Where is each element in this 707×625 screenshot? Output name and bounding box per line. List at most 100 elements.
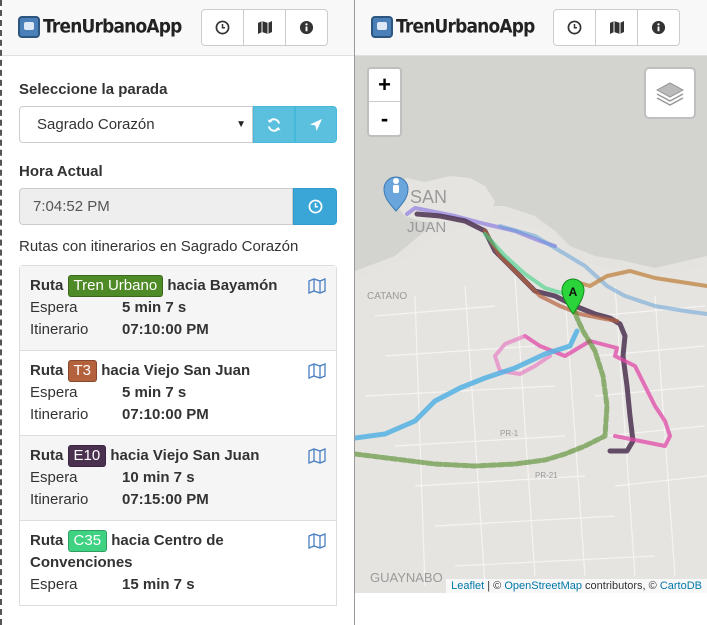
- stop-select-value: Sagrado Corazón: [37, 116, 155, 133]
- map-icon: [257, 21, 272, 34]
- list-item[interactable]: Ruta Tren Urbano hacia Bayamón Espera 5 m…: [20, 266, 336, 350]
- schedule-button[interactable]: [553, 9, 596, 46]
- map-attribution: Leaflet | © OpenStreetMap contributors, …: [446, 579, 707, 593]
- zoom-control: + -: [367, 67, 402, 137]
- wait-value: 5 min 7 s: [122, 384, 187, 401]
- routes-heading: Rutas con itinerarios en Sagrado Corazón: [19, 238, 299, 255]
- wait-value: 15 min 7 s: [122, 576, 195, 593]
- schedule-label: Itinerario: [30, 406, 89, 423]
- layers-icon: [655, 82, 685, 106]
- list-item[interactable]: Ruta T3 hacia Viejo San Juan Espera 5 min…: [20, 350, 336, 435]
- wait-row: Espera 15 min 7 s: [30, 574, 326, 596]
- place-label-san: SAN: [410, 187, 447, 207]
- route-title: Ruta C35 hacia Centro de Convenciones: [30, 530, 326, 574]
- wait-value: 10 min 7 s: [122, 469, 195, 486]
- nav-button-group: [553, 9, 680, 46]
- navbar: TrenUrbanoApp: [2, 0, 354, 56]
- map-button[interactable]: [243, 9, 286, 46]
- train-logo-icon: [371, 16, 393, 38]
- route-destination: Bayamón: [209, 277, 278, 294]
- brand-name: TrenUrbanoApp: [396, 15, 535, 39]
- route-badge: T3: [67, 360, 98, 382]
- map-canvas[interactable]: SAN JUAN CATANO GUAYNABO PR-21 PR-1 A: [355, 56, 707, 593]
- time-label: Hora Actual: [19, 163, 103, 180]
- stop-select[interactable]: Sagrado Corazón ▼: [19, 106, 253, 143]
- map-panel: TrenUrbanoApp SAN JUAN CATANO GUAYNABO P…: [355, 0, 707, 625]
- caret-down-icon: ▼: [236, 119, 246, 130]
- route-map[interactable]: SAN JUAN CATANO GUAYNABO PR-21 PR-1 A + …: [355, 56, 707, 593]
- wait-label: Espera: [30, 384, 78, 401]
- info-button[interactable]: [285, 9, 328, 46]
- route-destination: Viejo San Juan: [152, 447, 260, 464]
- zoom-out-button[interactable]: -: [369, 102, 400, 135]
- route-list: Ruta Tren Urbano hacia Bayamón Espera 5 m…: [19, 265, 337, 606]
- osm-link[interactable]: OpenStreetMap: [504, 580, 582, 592]
- place-label-pr21: PR-21: [535, 471, 558, 480]
- map-outline-icon[interactable]: [308, 533, 326, 549]
- route-title: Ruta E10 hacia Viejo San Juan: [30, 445, 326, 467]
- wait-row: Espera 5 min 7 s: [30, 382, 326, 404]
- map-outline-icon[interactable]: [308, 278, 326, 294]
- wait-label: Espera: [30, 469, 78, 486]
- toward-word: hacia: [101, 362, 140, 379]
- schedule-panel: TrenUrbanoApp Seleccione la parada Sagra…: [0, 0, 355, 625]
- current-time-field: 7:04:52 PM: [19, 188, 293, 225]
- toward-word: hacia: [167, 277, 206, 294]
- zoom-in-button[interactable]: +: [369, 69, 400, 102]
- list-item[interactable]: Ruta E10 hacia Viejo San Juan Espera 10 m…: [20, 435, 336, 520]
- schedule-button[interactable]: [201, 9, 244, 46]
- schedule-value: 07:10:00 PM: [122, 406, 209, 423]
- info-button[interactable]: [637, 9, 680, 46]
- brand-name: TrenUrbanoApp: [43, 15, 182, 39]
- cartodb-link[interactable]: CartoDB: [660, 580, 702, 592]
- route-word: Ruta: [30, 362, 64, 379]
- schedule-value: 07:10:00 PM: [122, 321, 209, 338]
- navbar: TrenUrbanoApp: [355, 0, 707, 56]
- route-word: Ruta: [30, 277, 64, 294]
- layers-button[interactable]: [644, 67, 696, 119]
- brand[interactable]: TrenUrbanoApp: [18, 15, 182, 39]
- place-label-pr1: PR-1: [500, 429, 519, 438]
- map-outline-icon[interactable]: [308, 448, 326, 464]
- info-icon: [651, 20, 666, 35]
- person-icon: [393, 178, 399, 184]
- stop-label: Seleccione la parada: [19, 81, 168, 98]
- locate-button[interactable]: [295, 106, 337, 143]
- clock-icon: [215, 20, 230, 35]
- train-logo-icon: [18, 16, 40, 38]
- map-button[interactable]: [595, 9, 638, 46]
- wait-row: Espera 10 min 7 s: [30, 467, 326, 489]
- schedule-row: Itinerario 07:15:00 PM: [30, 489, 326, 511]
- route-badge: C35: [67, 530, 108, 552]
- schedule-label: Itinerario: [30, 321, 89, 338]
- map-outline-icon[interactable]: [308, 363, 326, 379]
- refresh-button[interactable]: [253, 106, 295, 143]
- wait-value: 5 min 7 s: [122, 299, 187, 316]
- schedule-row: Itinerario 07:10:00 PM: [30, 319, 326, 341]
- attribution-sep: | ©: [484, 580, 505, 592]
- map-icon: [609, 21, 624, 34]
- place-label-juan: JUAN: [407, 219, 446, 236]
- wait-row: Espera 5 min 7 s: [30, 297, 326, 319]
- attribution-text: contributors, ©: [582, 580, 660, 592]
- marker-label: A: [569, 285, 578, 299]
- brand[interactable]: TrenUrbanoApp: [371, 15, 535, 39]
- location-arrow-icon: [310, 118, 322, 131]
- place-label-guaynabo: GUAYNABO: [370, 570, 443, 585]
- route-badge: Tren Urbano: [67, 275, 164, 297]
- refresh-icon: [267, 117, 281, 132]
- schedule-label: Itinerario: [30, 491, 89, 508]
- list-item[interactable]: Ruta C35 hacia Centro de Convenciones Es…: [20, 520, 336, 605]
- info-icon: [299, 20, 314, 35]
- clock-icon: [308, 199, 322, 214]
- leaflet-link[interactable]: Leaflet: [451, 580, 484, 592]
- route-title: Ruta T3 hacia Viejo San Juan: [30, 360, 326, 382]
- route-word: Ruta: [30, 532, 64, 549]
- toward-word: hacia: [111, 532, 150, 549]
- wait-label: Espera: [30, 299, 78, 316]
- toward-word: hacia: [110, 447, 149, 464]
- schedule-row: Itinerario 07:10:00 PM: [30, 404, 326, 426]
- clock-icon: [567, 20, 582, 35]
- place-label-catano: CATANO: [367, 291, 407, 302]
- time-button[interactable]: [293, 188, 337, 225]
